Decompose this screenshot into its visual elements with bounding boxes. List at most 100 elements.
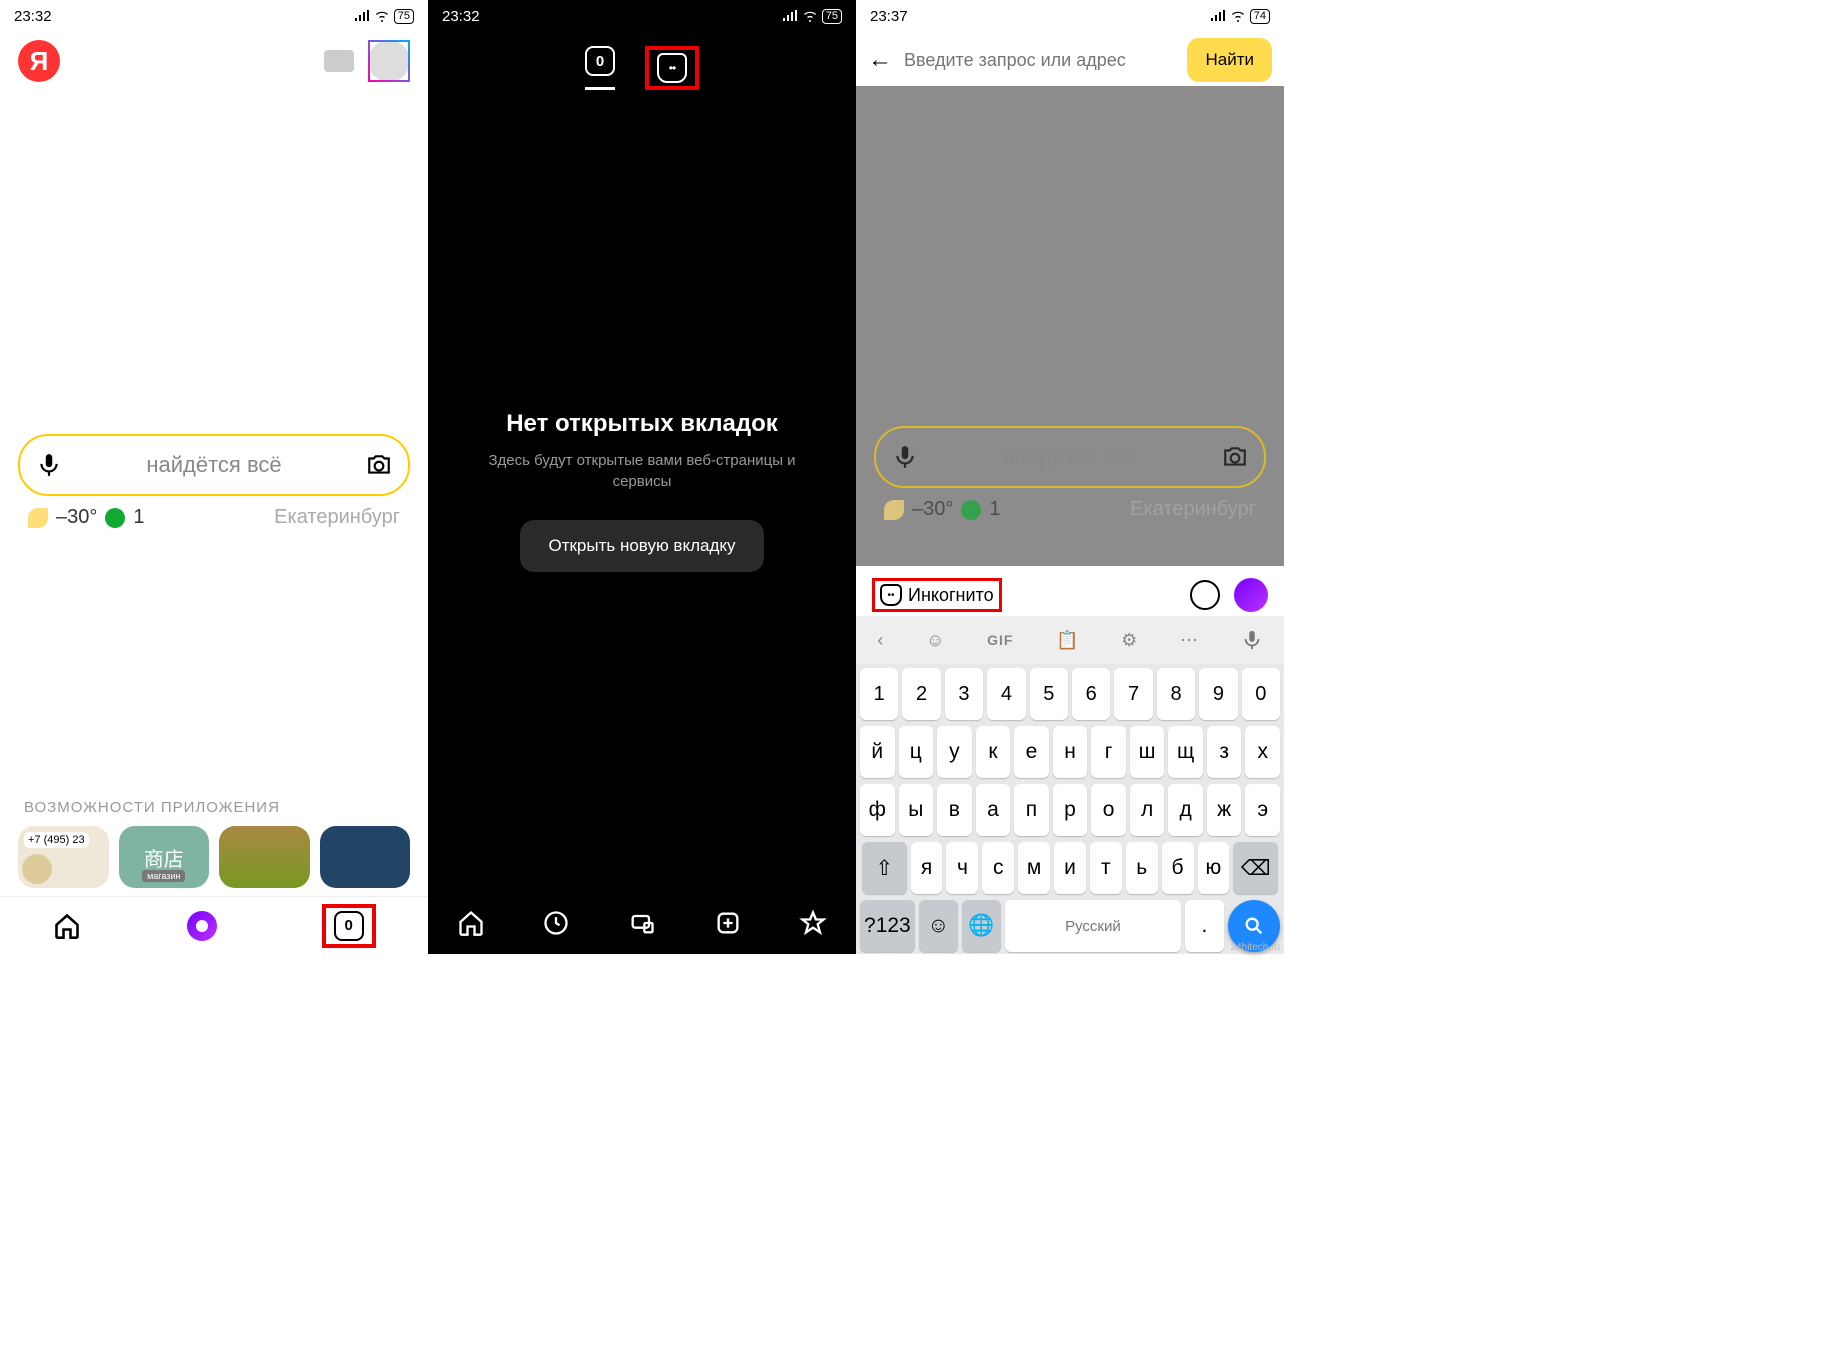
home-icon[interactable] — [457, 909, 485, 937]
key-space[interactable]: Русский — [1005, 900, 1181, 952]
camera-icon[interactable] — [366, 452, 392, 478]
star-icon[interactable] — [799, 909, 827, 937]
key-д[interactable]: д — [1168, 784, 1203, 836]
key-ж[interactable]: ж — [1207, 784, 1242, 836]
key-э[interactable]: э — [1245, 784, 1280, 836]
clipboard-icon[interactable]: 📋 — [1056, 630, 1078, 651]
open-tab-button[interactable]: Открыть новую вкладку — [520, 520, 763, 572]
key-6[interactable]: 6 — [1072, 668, 1110, 720]
sticker-icon[interactable]: ☺ — [926, 630, 944, 651]
key-и[interactable]: и — [1054, 842, 1086, 894]
find-button[interactable]: Найти — [1187, 38, 1272, 82]
card-more[interactable] — [320, 826, 411, 888]
key-7[interactable]: 7 — [1114, 668, 1152, 720]
lens-icon[interactable] — [1190, 580, 1220, 610]
yandex-logo[interactable]: Я — [18, 40, 60, 82]
incognito-chip[interactable]: Инкогнито — [880, 584, 994, 606]
avatar[interactable] — [368, 40, 410, 82]
key-shift[interactable]: ⇧ — [862, 842, 907, 894]
key-з[interactable]: з — [1207, 726, 1242, 778]
key-2[interactable]: 2 — [902, 668, 940, 720]
key-х[interactable]: х — [1245, 726, 1280, 778]
empty-state: Нет открытых вкладок Здесь будут открыты… — [428, 410, 856, 572]
highlight-tabs: 0 — [322, 904, 376, 948]
weather-row[interactable]: –30° 1 Екатеринбург — [0, 496, 428, 539]
key-dot[interactable]: . — [1185, 900, 1224, 952]
key-р[interactable]: р — [1053, 784, 1088, 836]
air-icon — [105, 508, 125, 528]
key-я[interactable]: я — [911, 842, 943, 894]
home-icon[interactable] — [52, 911, 82, 941]
incognito-icon[interactable] — [657, 53, 687, 83]
key-п[interactable]: п — [1014, 784, 1049, 836]
key-м[interactable]: м — [1018, 842, 1050, 894]
gif-button[interactable]: GIF — [987, 632, 1013, 648]
screen-tabs: 23:32 75 0 Нет открытых вкладок Здесь бу… — [428, 0, 856, 954]
key-н[interactable]: н — [1053, 726, 1088, 778]
key-3[interactable]: 3 — [945, 668, 983, 720]
search-bar[interactable]: найдётся всё — [18, 434, 410, 496]
watermark: 24hitech.ru — [1231, 942, 1280, 953]
history-icon[interactable] — [542, 909, 570, 937]
clock: 23:32 — [14, 8, 52, 25]
wifi-icon — [374, 10, 390, 22]
alice-icon[interactable] — [187, 911, 217, 941]
normal-tabs-button[interactable]: 0 — [585, 46, 615, 90]
key-ю[interactable]: ю — [1198, 842, 1230, 894]
key-ц[interactable]: ц — [899, 726, 934, 778]
more-icon[interactable]: ⋯ — [1180, 630, 1198, 651]
key-л[interactable]: л — [1130, 784, 1165, 836]
card-lens[interactable] — [219, 826, 310, 888]
search-placeholder: найдётся всё — [928, 444, 1212, 470]
bottom-nav — [428, 892, 856, 954]
key-backspace[interactable]: ⌫ — [1233, 842, 1278, 894]
key-9[interactable]: 9 — [1199, 668, 1237, 720]
key-й[interactable]: й — [860, 726, 895, 778]
key-о[interactable]: о — [1091, 784, 1126, 836]
back-icon[interactable]: ← — [868, 46, 892, 74]
key-с[interactable]: с — [982, 842, 1014, 894]
key-ы[interactable]: ы — [899, 784, 934, 836]
key-ч[interactable]: ч — [946, 842, 978, 894]
address-bar: ← Найти — [856, 28, 1284, 92]
key-emoji[interactable]: ☺ — [919, 900, 958, 952]
key-б[interactable]: б — [1162, 842, 1194, 894]
key-8[interactable]: 8 — [1157, 668, 1195, 720]
tabs-button[interactable]: 0 — [334, 911, 364, 941]
key-г[interactable]: г — [1091, 726, 1126, 778]
key-а[interactable]: а — [976, 784, 1011, 836]
key-ь[interactable]: ь — [1126, 842, 1158, 894]
key-т[interactable]: т — [1090, 842, 1122, 894]
key-symbols[interactable]: ?123 — [860, 900, 915, 952]
key-ш[interactable]: ш — [1130, 726, 1165, 778]
clock: 23:32 — [442, 8, 480, 25]
key-4[interactable]: 4 — [987, 668, 1025, 720]
key-к[interactable]: к — [976, 726, 1011, 778]
key-0[interactable]: 0 — [1242, 668, 1280, 720]
mic-icon — [892, 444, 918, 470]
key-в[interactable]: в — [937, 784, 972, 836]
settings-icon[interactable]: ⚙ — [1121, 630, 1137, 651]
signal-icon — [354, 10, 370, 22]
new-tab-icon[interactable] — [714, 909, 742, 937]
key-у[interactable]: у — [937, 726, 972, 778]
address-input[interactable] — [904, 50, 1175, 71]
thumb-icon — [22, 854, 52, 884]
sync-icon[interactable] — [628, 909, 656, 937]
mic-icon[interactable] — [36, 452, 62, 478]
moon-icon — [884, 500, 904, 520]
card-caller-id[interactable]: +7 (495) 23 — [18, 826, 109, 888]
key-lang-switch[interactable]: 🌐 — [962, 900, 1001, 952]
key-ф[interactable]: ф — [860, 784, 895, 836]
kb-back-icon[interactable]: ‹ — [877, 630, 883, 651]
status-bar: 23:32 75 — [0, 0, 428, 28]
key-5[interactable]: 5 — [1030, 668, 1068, 720]
key-е[interactable]: е — [1014, 726, 1049, 778]
camera-icon — [1222, 444, 1248, 470]
key-1[interactable]: 1 — [860, 668, 898, 720]
card-translate[interactable]: 商店 магазин — [119, 826, 210, 888]
kb-mic-icon[interactable] — [1241, 629, 1263, 651]
mail-icon[interactable] — [324, 50, 354, 72]
alice-icon[interactable] — [1234, 578, 1268, 612]
key-щ[interactable]: щ — [1168, 726, 1203, 778]
